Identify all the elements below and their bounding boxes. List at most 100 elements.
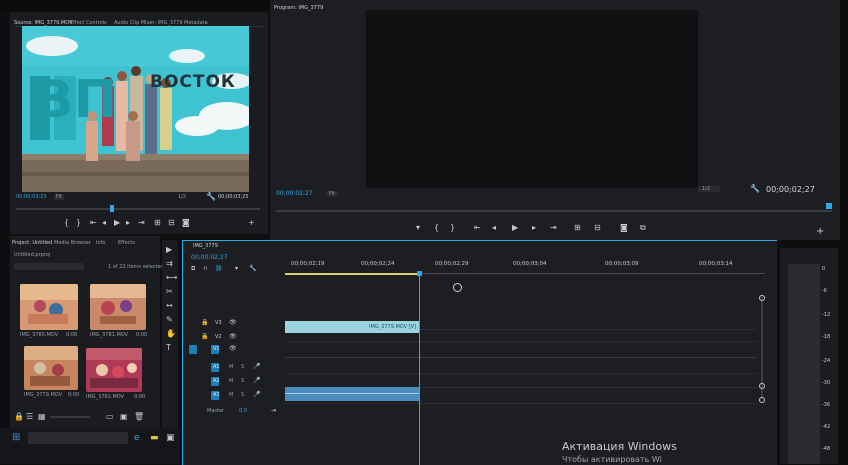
mute-button[interactable]: M: [229, 392, 233, 398]
go-to-in-icon[interactable]: ⇤: [90, 219, 97, 227]
add-marker-icon[interactable]: ▾: [416, 224, 420, 232]
lock-icon[interactable]: 🔒: [201, 319, 208, 327]
go-to-end-icon[interactable]: ⇥: [271, 407, 276, 415]
list-view-icon[interactable]: ☰: [26, 413, 33, 421]
mark-in-icon[interactable]: {: [434, 224, 439, 232]
track-select-tool-icon[interactable]: ⇉: [166, 260, 173, 268]
new-bin-icon[interactable]: ▭: [106, 413, 114, 421]
program-fit-dropdown[interactable]: Fit: [326, 191, 338, 197]
camera-icon[interactable]: ◙: [620, 224, 628, 232]
source-fit-dropdown[interactable]: Fit: [54, 194, 64, 200]
timeline-scrollbar[interactable]: [761, 297, 763, 397]
source-zoom-dropdown[interactable]: 1/2: [178, 194, 186, 200]
windows-start-icon[interactable]: ⊞: [12, 433, 20, 443]
edge-icon[interactable]: e: [134, 434, 140, 443]
scroll-handle[interactable]: [759, 295, 765, 301]
lock-icon[interactable]: 🔒: [201, 333, 208, 341]
new-item-icon[interactable]: ▣: [120, 413, 128, 421]
overwrite-icon[interactable]: ⊟: [168, 219, 175, 227]
source-timecode-current[interactable]: 00;00;03;23: [16, 194, 47, 200]
go-to-out-icon[interactable]: ⇥: [550, 224, 557, 232]
lift-icon[interactable]: ⊞: [574, 224, 581, 232]
program-zoom-dropdown[interactable]: 1/2: [698, 186, 721, 192]
wrench-icon[interactable]: 🔧: [206, 193, 216, 201]
tab-project[interactable]: Project: Untitled: [12, 240, 52, 246]
project-thumbnail[interactable]: [24, 346, 78, 390]
project-thumbnail[interactable]: [20, 284, 78, 330]
tab-effects[interactable]: Effects: [118, 240, 135, 246]
insert-icon[interactable]: ⊞: [154, 219, 161, 227]
wrench-icon[interactable]: 🔧: [249, 265, 256, 273]
razor-tool-icon[interactable]: ✂: [166, 288, 173, 296]
trash-icon[interactable]: 🗑: [134, 413, 144, 421]
step-back-icon[interactable]: ◂: [492, 224, 496, 232]
play-icon[interactable]: ▶: [114, 219, 120, 227]
microphone-icon[interactable]: 🎤: [253, 363, 260, 371]
thumbnail-image: [86, 348, 142, 392]
nest-icon[interactable]: ⧉: [191, 265, 195, 273]
add-button-icon[interactable]: +: [248, 219, 255, 227]
pen-tool-icon[interactable]: ✎: [166, 316, 173, 324]
ripple-edit-tool-icon[interactable]: ⟷: [166, 274, 177, 282]
snap-icon[interactable]: ∩: [203, 265, 207, 273]
selection-tool-icon[interactable]: ▶: [166, 246, 172, 254]
store-icon[interactable]: ▣: [166, 434, 175, 443]
solo-button[interactable]: S: [241, 392, 244, 398]
audio-clip[interactable]: [285, 387, 419, 401]
microphone-icon[interactable]: 🎤: [253, 391, 260, 399]
wrench-icon[interactable]: 🔧: [750, 185, 760, 193]
tab-timeline[interactable]: IMG_3779: [193, 243, 218, 249]
linked-selection-icon[interactable]: ⛓: [215, 265, 223, 273]
tab-info[interactable]: Info: [96, 240, 105, 246]
scroll-handle[interactable]: [759, 383, 765, 389]
eye-icon[interactable]: 👁: [229, 345, 237, 353]
mark-out-icon[interactable]: }: [76, 219, 81, 227]
tab-media-browser[interactable]: Media Browser: [54, 240, 91, 246]
timeline-timecode[interactable]: 00;00;02;27: [191, 254, 228, 261]
mute-button[interactable]: M: [229, 364, 233, 370]
slip-tool-icon[interactable]: ↔: [166, 302, 173, 310]
source-playhead[interactable]: [110, 205, 114, 212]
program-timecode-current[interactable]: 00;00;02;27: [276, 190, 313, 197]
zoom-slider[interactable]: [50, 416, 90, 418]
play-icon[interactable]: ▶: [512, 224, 518, 232]
project-thumbnail[interactable]: [86, 348, 142, 392]
go-to-out-icon[interactable]: ⇥: [138, 219, 145, 227]
project-search-input[interactable]: [14, 263, 84, 270]
source-patch-v1[interactable]: [189, 345, 197, 354]
project-item-duration: 0;00: [136, 332, 148, 338]
camera-icon[interactable]: ◙: [182, 219, 190, 227]
go-to-in-icon[interactable]: ⇤: [474, 224, 481, 232]
program-scrubber[interactable]: [276, 210, 832, 212]
extract-icon[interactable]: ⊟: [594, 224, 601, 232]
add-button-icon[interactable]: +: [816, 227, 824, 237]
hand-tool-icon[interactable]: ✋: [166, 330, 176, 338]
source-scrubber[interactable]: [16, 208, 260, 210]
solo-button[interactable]: S: [241, 364, 244, 370]
project-item-name: IMG_3782.MOV: [86, 394, 125, 400]
program-playhead[interactable]: [826, 203, 832, 209]
audio-meter-panel: 0 -6 -12 -18 -24 -30 -36 -42 -48: [780, 248, 838, 464]
work-area-bar[interactable]: [285, 273, 419, 275]
icon-view-icon[interactable]: ▦: [38, 413, 46, 421]
mark-out-icon[interactable]: }: [450, 224, 455, 232]
add-marker-icon[interactable]: ▾: [235, 265, 238, 273]
step-back-icon[interactable]: ◂: [102, 219, 106, 227]
taskbar-search-box[interactable]: [28, 432, 128, 444]
master-volume[interactable]: 0.0: [239, 408, 247, 414]
project-thumbnail[interactable]: [90, 284, 146, 330]
microphone-icon[interactable]: 🎤: [253, 377, 260, 385]
video-clip[interactable]: IMG_3779.MOV [V]: [285, 321, 419, 333]
type-tool-icon[interactable]: T: [166, 344, 171, 352]
eye-icon[interactable]: 👁: [229, 319, 237, 327]
comparison-icon[interactable]: ⧉: [640, 224, 646, 232]
lock-icon[interactable]: 🔒: [14, 413, 24, 421]
mute-button[interactable]: M: [229, 378, 233, 384]
solo-button[interactable]: S: [241, 378, 244, 384]
step-forward-icon[interactable]: ▸: [532, 224, 536, 232]
step-forward-icon[interactable]: ▸: [126, 219, 130, 227]
scroll-handle[interactable]: [759, 397, 765, 403]
mark-in-icon[interactable]: {: [64, 219, 69, 227]
folder-icon[interactable]: ▬: [150, 434, 159, 443]
eye-icon[interactable]: 👁: [229, 333, 237, 341]
